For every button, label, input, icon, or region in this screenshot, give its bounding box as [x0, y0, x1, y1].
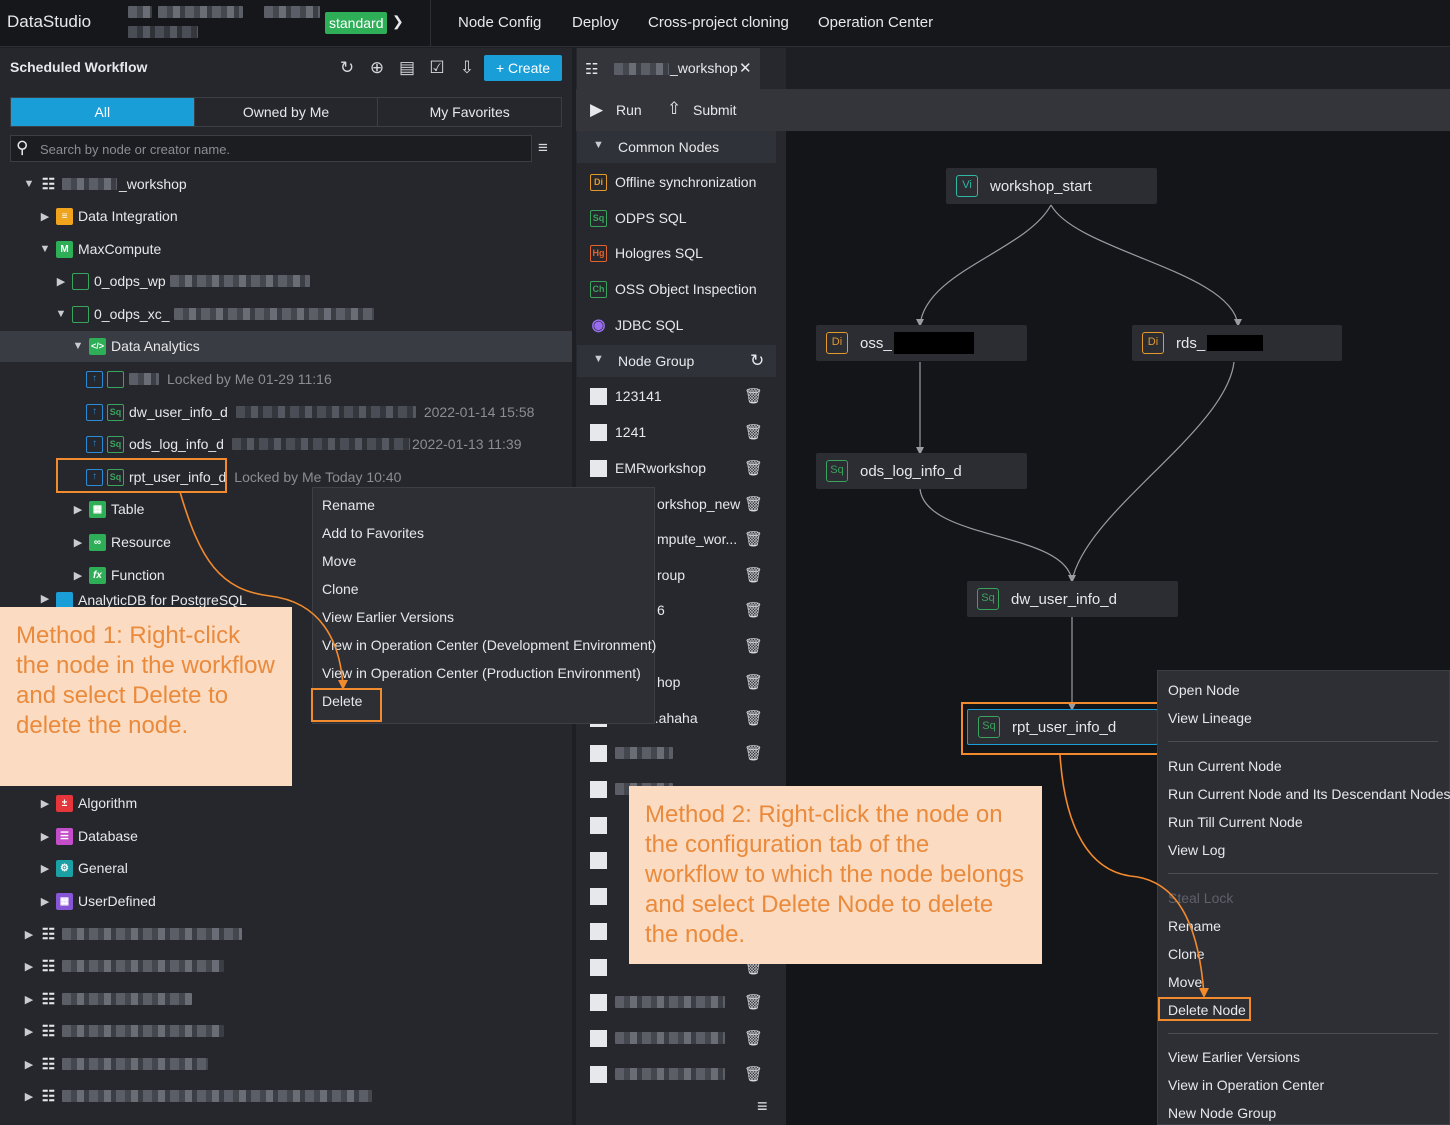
- annotation-arrows: [179, 491, 1209, 998]
